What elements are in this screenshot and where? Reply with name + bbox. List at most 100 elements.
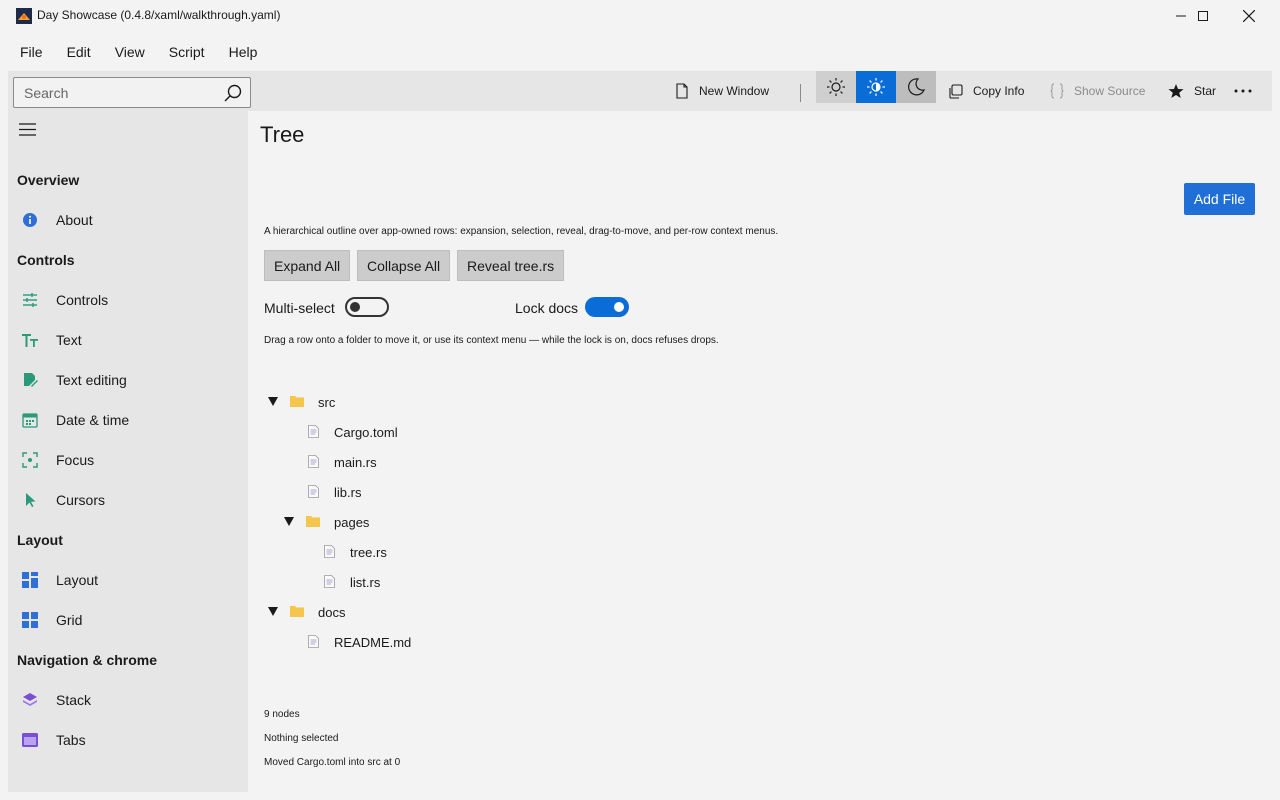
grid-icon — [22, 612, 38, 628]
copy-icon — [949, 83, 963, 99]
file-icon — [308, 635, 319, 648]
more-options-button[interactable] — [1232, 71, 1264, 111]
collapse-all-button[interactable]: Collapse All — [357, 250, 451, 281]
tree-row[interactable]: tree.rs — [264, 537, 664, 567]
tree-row[interactable]: README.md — [264, 627, 664, 657]
search-box[interactable] — [13, 77, 251, 108]
menu-file[interactable]: File — [8, 38, 55, 66]
cursor-icon — [26, 493, 36, 507]
new-window-button[interactable]: New Window — [675, 71, 769, 111]
toggle-knob — [614, 302, 624, 312]
lock-docs-toggle[interactable] — [585, 297, 629, 317]
sidebar: Overview About Controls Controls Text Te… — [8, 111, 248, 792]
search-input[interactable] — [24, 84, 224, 101]
tree-row-label: pages — [334, 514, 370, 530]
sidebar-item-text[interactable]: Text — [8, 320, 248, 360]
moon-icon — [908, 78, 926, 96]
file-icon — [324, 545, 335, 558]
menu-help[interactable]: Help — [217, 38, 270, 66]
sidebar-item-label: Focus — [56, 452, 95, 468]
tree-row-label: main.rs — [334, 454, 377, 470]
sidebar-item-label: Text editing — [56, 372, 127, 388]
star-icon — [1168, 84, 1184, 98]
copy-info-label: Copy Info — [973, 84, 1025, 98]
close-button[interactable] — [1226, 0, 1272, 32]
tree-row-label: tree.rs — [350, 544, 387, 560]
page-title: Tree — [260, 122, 305, 147]
sidebar-item-label: Layout — [56, 572, 99, 588]
menu-view[interactable]: View — [103, 38, 157, 66]
menu-bar: File Edit View Script Help — [8, 38, 269, 66]
star-button[interactable]: Star — [1168, 71, 1216, 111]
maximize-button[interactable] — [1180, 0, 1226, 32]
multi-select-toggle[interactable] — [345, 297, 389, 317]
folder-icon — [290, 606, 304, 617]
expand-all-button[interactable]: Expand All — [264, 250, 351, 281]
close-icon — [1243, 10, 1255, 22]
sidebar-item-label: Stack — [56, 692, 92, 708]
sidebar-item-stack[interactable]: Stack — [8, 680, 248, 720]
sidebar-item-controls[interactable]: Controls — [8, 280, 248, 320]
sidebar-item-focus[interactable]: Focus — [8, 440, 248, 480]
menu-edit[interactable]: Edit — [55, 38, 103, 66]
chevron-down-icon[interactable] — [268, 607, 278, 616]
menu-script[interactable]: Script — [157, 38, 217, 66]
section-controls: Controls — [17, 252, 75, 268]
tree-row[interactable]: Cargo.toml — [264, 417, 664, 447]
tree-row-label: Cargo.toml — [334, 424, 398, 440]
copy-info-button[interactable]: Copy Info — [948, 71, 1024, 111]
sun-icon — [827, 78, 845, 96]
more-icon — [1234, 89, 1252, 93]
document-icon — [676, 83, 688, 99]
tabs-icon — [22, 733, 38, 747]
selection-status: Nothing selected — [264, 733, 339, 744]
add-file-button[interactable]: Add File — [1184, 183, 1255, 215]
sidebar-item-label: Grid — [56, 612, 83, 628]
tree-row-label: lib.rs — [334, 484, 362, 500]
section-navigation-chrome: Navigation & chrome — [17, 652, 158, 668]
multi-select-label: Multi-select — [264, 300, 335, 316]
sidebar-item-label: Text — [56, 332, 82, 348]
info-icon — [23, 213, 37, 227]
braces-icon — [1050, 83, 1064, 99]
tree-row[interactable]: list.rs — [264, 567, 664, 597]
sidebar-item-label: Controls — [56, 292, 109, 308]
sidebar-item-label: Cursors — [56, 492, 106, 508]
file-icon — [308, 485, 319, 498]
sliders-icon — [23, 293, 37, 307]
theme-light-button[interactable] — [816, 71, 856, 103]
chevron-down-icon[interactable] — [284, 517, 294, 526]
sidebar-item-about[interactable]: About — [8, 200, 248, 240]
sidebar-item-text-editing[interactable]: Text editing — [8, 360, 248, 400]
app-logo-icon — [16, 8, 32, 24]
sidebar-item-label: About — [56, 212, 93, 228]
hamburger-menu-icon[interactable] — [19, 123, 36, 136]
sidebar-item-date-time[interactable]: Date & time — [8, 400, 248, 440]
page-description: A hierarchical outline over app-owned ro… — [264, 226, 779, 237]
node-count: 9 nodes — [264, 709, 300, 720]
show-source-button[interactable]: Show Source — [1050, 71, 1145, 111]
calendar-icon — [22, 413, 38, 428]
tree-row[interactable]: docs — [264, 597, 664, 627]
chevron-down-icon[interactable] — [268, 397, 278, 406]
tree-row-label: README.md — [334, 634, 412, 650]
sidebar-item-grid[interactable]: Grid — [8, 600, 248, 640]
edit-icon — [24, 373, 38, 387]
sidebar-item-tabs[interactable]: Tabs — [8, 720, 248, 760]
tree-row-label: src — [318, 394, 336, 410]
layout-icon — [22, 572, 38, 588]
auto-theme-icon — [867, 78, 885, 96]
tree-row[interactable]: pages — [264, 507, 664, 537]
tree-row[interactable]: main.rs — [264, 447, 664, 477]
tree-row-label: docs — [318, 604, 346, 620]
tree-row[interactable]: src — [264, 387, 664, 417]
theme-auto-button[interactable] — [856, 71, 896, 103]
reveal-button[interactable]: Reveal tree.rs — [457, 250, 565, 281]
sidebar-item-cursors[interactable]: Cursors — [8, 480, 248, 520]
sidebar-item-layout[interactable]: Layout — [8, 560, 248, 600]
tree-row[interactable]: lib.rs — [264, 477, 664, 507]
last-action-status: Moved Cargo.toml into src at 0 — [264, 757, 401, 768]
theme-dark-button[interactable] — [896, 71, 936, 103]
tree-row-label: list.rs — [350, 574, 381, 590]
sidebar-item-label: Tabs — [56, 732, 86, 748]
